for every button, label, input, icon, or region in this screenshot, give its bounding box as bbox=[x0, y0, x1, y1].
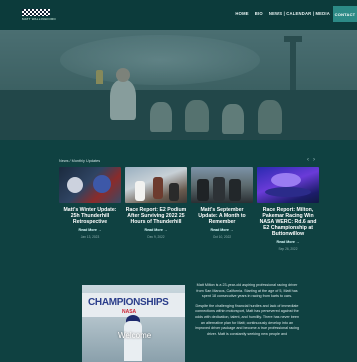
news-card[interactable]: Race Report: E2 Podium After Surviving 2… bbox=[125, 167, 187, 239]
news-card-date: Dec 9, 2022 bbox=[147, 235, 165, 239]
chevron-left-icon[interactable]: ‹ bbox=[307, 157, 309, 163]
site-logo[interactable]: MATT WALLINGFORD bbox=[22, 9, 56, 21]
news-card-date: Sep 26, 2022 bbox=[278, 247, 298, 251]
hero-image bbox=[0, 30, 357, 140]
nav-bio[interactable]: BIO bbox=[255, 11, 263, 16]
main-nav: HOME BIO NEWS | CALENDAR | MEDIA bbox=[235, 11, 330, 16]
bio-paragraph: Despite the challenging financial hurdle… bbox=[194, 303, 300, 336]
news-card-image[interactable] bbox=[191, 167, 253, 203]
read-more-link[interactable]: Read More → bbox=[191, 228, 253, 232]
hero-overlay bbox=[0, 30, 357, 140]
news-section-label: News / Monthly Updates bbox=[59, 159, 101, 163]
news-card[interactable]: Matt's September Update: A Month to Reme… bbox=[191, 167, 253, 239]
news-card-image[interactable] bbox=[59, 167, 121, 203]
news-section: News / Monthly Updates ‹ › Matt's Winter… bbox=[0, 140, 357, 265]
checkered-flag-icon bbox=[22, 9, 50, 16]
read-more-link[interactable]: Read More → bbox=[257, 240, 319, 244]
carousel-arrows: ‹ › bbox=[307, 157, 315, 163]
news-card[interactable]: Race Report: Milton, Pakemar Racing Win … bbox=[257, 167, 319, 251]
welcome-heading: Welcome bbox=[118, 331, 152, 340]
news-card-title[interactable]: Matt's Winter Update: 25h Thunderhill Re… bbox=[59, 207, 121, 225]
top-navigation-bar: MATT WALLINGFORD HOME BIO NEWS | CALENDA… bbox=[0, 0, 357, 30]
news-card-title[interactable]: Race Report: E2 Podium After Surviving 2… bbox=[125, 207, 187, 225]
nav-news-calendar-media[interactable]: NEWS | CALENDAR | MEDIA bbox=[269, 11, 330, 16]
chevron-right-icon[interactable]: › bbox=[313, 157, 315, 163]
news-card-title[interactable]: Race Report: Milton, Pakemar Racing Win … bbox=[257, 207, 319, 237]
welcome-photo: CHAMPIONSHIPS NASA Welcome bbox=[82, 285, 185, 362]
news-card-image[interactable] bbox=[125, 167, 187, 203]
photo-banner-text: CHAMPIONSHIPS bbox=[88, 297, 169, 308]
bio-text: Matt Milton is a 23-year-old aspiring pr… bbox=[193, 283, 301, 341]
bio-paragraph: Matt Milton is a 23-year-old aspiring pr… bbox=[196, 283, 298, 299]
news-card-date: Jan 13, 2023 bbox=[80, 235, 100, 239]
nav-home[interactable]: HOME bbox=[235, 11, 248, 16]
news-card[interactable]: Matt's Winter Update: 25h Thunderhill Re… bbox=[59, 167, 121, 239]
read-more-link[interactable]: Read More → bbox=[59, 228, 121, 232]
read-more-link[interactable]: Read More → bbox=[125, 228, 187, 232]
news-card-date: Oct 10, 2022 bbox=[212, 235, 232, 239]
news-card-image[interactable] bbox=[257, 167, 319, 203]
logo-text: MATT WALLINGFORD bbox=[22, 17, 56, 21]
news-card-title[interactable]: Matt's September Update: A Month to Reme… bbox=[191, 207, 253, 225]
welcome-section: CHAMPIONSHIPS NASA Welcome Matt Milton i… bbox=[0, 265, 357, 362]
driver-figure bbox=[124, 321, 142, 361]
contact-button[interactable]: CONTACT bbox=[333, 6, 357, 22]
